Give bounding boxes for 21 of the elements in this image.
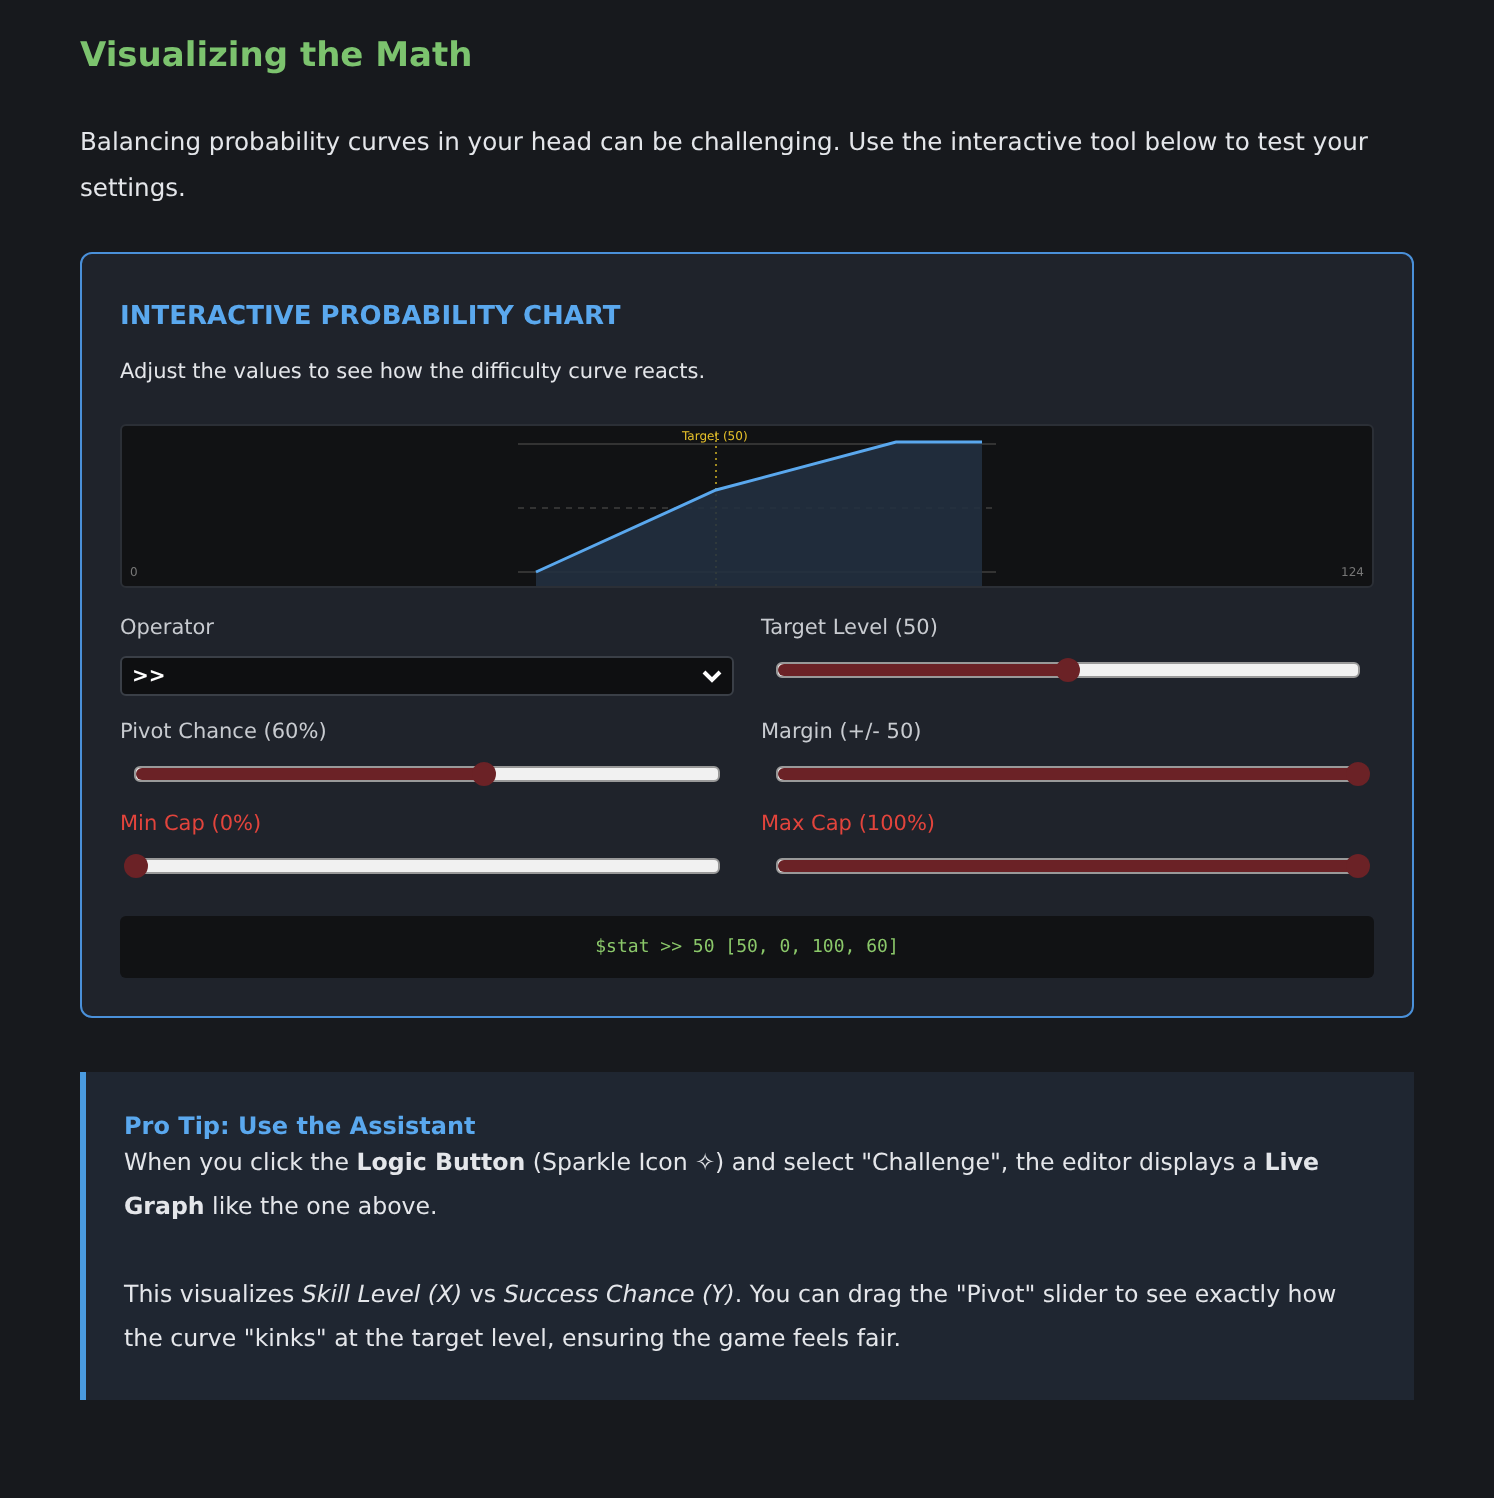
slider-thumb[interactable] [1055,658,1080,682]
control-label: Min Cap (0%) [120,812,264,836]
slider-thumb[interactable] [1346,762,1370,786]
control-label: Target Level (50) [761,616,940,640]
code-output: $stat >> 50 [50, 0, 100, 60] [120,916,1374,978]
chevron-icon [701,669,721,683]
control-label: Operator [120,616,216,640]
slider-thumb[interactable] [124,854,148,878]
control-label: Margin (+/- 50) [761,720,924,744]
control-label: Pivot Chance (60%) [120,720,329,744]
operator-select[interactable]: >> [120,656,733,696]
card-title: INTERACTIVE PROBABILITY CHART [120,302,623,332]
tip-text: When you click the Logic Button (Sparkle Icon ✧) and select "Challenge", the editor displays a Live Graph like the one above. [124,1146,1322,1224]
control-label: Max Cap (100%) [761,812,938,836]
tip-text: This visualizes Skill Level (X) vs Success Chance (Y). You can drag the "Pivot" slider to see exactly how the curve "kinks" at the target level, ensuring the game feels fair. [124,1278,1339,1356]
intro-text: Balancing probability curves in your head can be challenging. Use the interactive tool below to test your settings. [80,126,1370,206]
section-title: Visualizing the Math [80,36,475,76]
tip-title: Pro Tip: Use the Assistant [124,1112,478,1140]
slider-thumb[interactable] [1346,854,1370,878]
card-subtitle: Adjust the values to see how the difficulty curve reacts. [120,360,708,384]
slider-thumb[interactable] [472,762,497,786]
